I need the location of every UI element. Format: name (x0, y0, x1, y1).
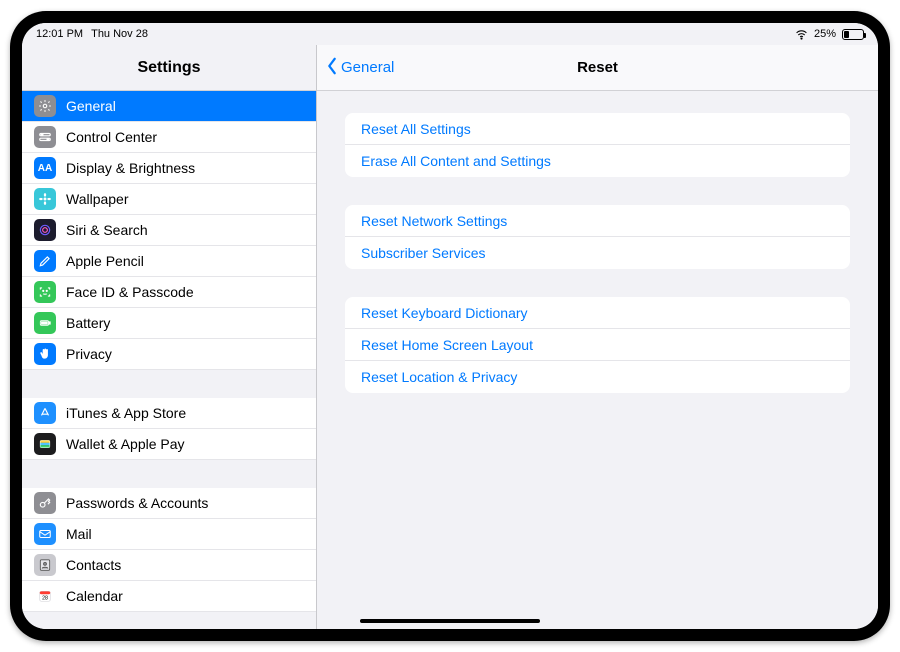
option-subscriber-services[interactable]: Subscriber Services (345, 237, 850, 269)
flower-icon (34, 188, 56, 210)
pencil-icon (34, 250, 56, 272)
svg-text:28: 28 (42, 596, 48, 602)
sidebar-list[interactable]: General Control Center AA Display & Brightn… (22, 91, 316, 629)
split-view: Settings General Control Center AA Display … (22, 45, 878, 629)
sidebar-item-label: Battery (66, 315, 110, 331)
face-icon (34, 281, 56, 303)
sidebar-item-itunes-app-store[interactable]: iTunes & App Store (22, 398, 316, 429)
sidebar-item-label: Mail (66, 526, 92, 542)
option-label: Reset Keyboard Dictionary (361, 305, 528, 321)
sidebar-item-control-center[interactable]: Control Center (22, 122, 316, 153)
detail-pane: General Reset Reset All Settings Erase Al… (317, 45, 878, 629)
sidebar-item-label: Calendar (66, 588, 123, 604)
detail-body[interactable]: Reset All Settings Erase All Content and … (317, 91, 878, 629)
sidebar-item-privacy[interactable]: Privacy (22, 339, 316, 370)
option-group: Reset Keyboard Dictionary Reset Home Scre… (345, 297, 850, 393)
sidebar-item-label: iTunes & App Store (66, 405, 186, 421)
sidebar-item-general[interactable]: General (22, 91, 316, 122)
back-label: General (341, 59, 394, 76)
option-label: Reset Network Settings (361, 213, 507, 229)
hand-icon (34, 343, 56, 365)
sidebar-item-wallpaper[interactable]: Wallpaper (22, 184, 316, 215)
key-icon (34, 492, 56, 514)
wifi-icon (795, 28, 808, 41)
sidebar-item-label: Control Center (66, 129, 157, 145)
sidebar-item-passwords-accounts[interactable]: Passwords & Accounts (22, 488, 316, 519)
calendar-icon: 28 (34, 585, 56, 607)
AA-icon: AA (34, 157, 56, 179)
sidebar-item-battery[interactable]: Battery (22, 308, 316, 339)
status-bar: 12:01 PM Thu Nov 28 25% (22, 23, 878, 45)
option-label: Subscriber Services (361, 245, 486, 261)
mail-icon (34, 523, 56, 545)
detail-title: Reset (317, 59, 878, 76)
option-label: Reset Home Screen Layout (361, 337, 533, 353)
battery-percent: 25% (814, 28, 836, 40)
chevron-left-icon (325, 57, 339, 79)
home-indicator[interactable] (360, 619, 540, 623)
contacts-icon (34, 554, 56, 576)
sidebar-item-label: Siri & Search (66, 222, 148, 238)
ipad-frame: 12:01 PM Thu Nov 28 25% Settings (10, 11, 890, 641)
sidebar-item-contacts[interactable]: Contacts (22, 550, 316, 581)
sidebar-title: Settings (22, 45, 316, 91)
option-reset-all-settings[interactable]: Reset All Settings (345, 113, 850, 145)
switches-icon (34, 126, 56, 148)
sidebar-item-siri-search[interactable]: Siri & Search (22, 215, 316, 246)
sidebar-item-label: Wallpaper (66, 191, 129, 207)
option-reset-network-settings[interactable]: Reset Network Settings (345, 205, 850, 237)
option-erase-all-content-and-settings[interactable]: Erase All Content and Settings (345, 145, 850, 177)
appstore-icon (34, 402, 56, 424)
option-reset-keyboard-dictionary[interactable]: Reset Keyboard Dictionary (345, 297, 850, 329)
sidebar-item-label: Apple Pencil (66, 253, 144, 269)
sidebar-item-label: Display & Brightness (66, 160, 195, 176)
sidebar-item-display-brightness[interactable]: AA Display & Brightness (22, 153, 316, 184)
option-group: Reset All Settings Erase All Content and … (345, 113, 850, 177)
sidebar-group-spacer (22, 370, 316, 398)
status-time: 12:01 PM (36, 28, 83, 40)
sidebar-item-face-id-passcode[interactable]: Face ID & Passcode (22, 277, 316, 308)
sidebar-item-label: Wallet & Apple Pay (66, 436, 185, 452)
option-reset-home-screen-layout[interactable]: Reset Home Screen Layout (345, 329, 850, 361)
option-reset-location-privacy[interactable]: Reset Location & Privacy (345, 361, 850, 393)
sidebar: Settings General Control Center AA Display … (22, 45, 317, 629)
ipad-screen: 12:01 PM Thu Nov 28 25% Settings (22, 23, 878, 629)
sidebar-item-label: Passwords & Accounts (66, 495, 208, 511)
battery-icon (842, 29, 864, 40)
option-label: Reset Location & Privacy (361, 369, 517, 385)
sidebar-item-wallet-apple-pay[interactable]: Wallet & Apple Pay (22, 429, 316, 460)
sidebar-item-apple-pencil[interactable]: Apple Pencil (22, 246, 316, 277)
sidebar-group-spacer (22, 460, 316, 488)
siri-icon (34, 219, 56, 241)
back-button[interactable]: General (317, 57, 394, 79)
wallet-icon (34, 433, 56, 455)
sidebar-item-calendar[interactable]: 28 Calendar (22, 581, 316, 612)
status-date: Thu Nov 28 (91, 28, 148, 40)
option-label: Reset All Settings (361, 121, 471, 137)
sidebar-item-label: Contacts (66, 557, 121, 573)
battery-icon (34, 312, 56, 334)
option-label: Erase All Content and Settings (361, 153, 551, 169)
sidebar-item-mail[interactable]: Mail (22, 519, 316, 550)
option-group: Reset Network Settings Subscriber Service… (345, 205, 850, 269)
sidebar-item-label: General (66, 98, 116, 114)
gear-icon (34, 95, 56, 117)
detail-header: General Reset (317, 45, 878, 91)
sidebar-item-label: Face ID & Passcode (66, 284, 194, 300)
sidebar-item-label: Privacy (66, 346, 112, 362)
